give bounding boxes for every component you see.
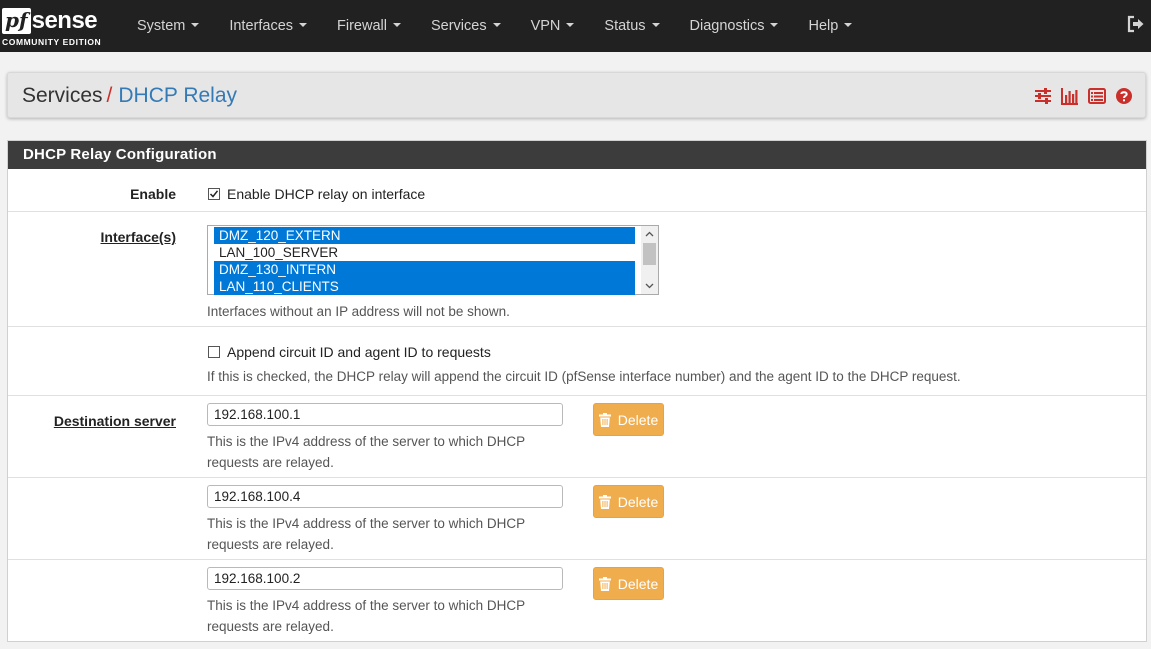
bar-chart-icon[interactable]	[1061, 87, 1079, 105]
destination-server-row: Destination server Delete This is the IP…	[8, 396, 1146, 478]
enable-row: Enable Enable DHCP relay on interface	[8, 169, 1146, 212]
brand-edition: COMMUNITY EDITION	[2, 37, 102, 47]
caret-down-icon	[651, 23, 660, 27]
caret-down-icon	[566, 23, 575, 27]
help-line-1: This is the IPv4 address of the server t…	[207, 598, 526, 613]
nav-status[interactable]: Status	[589, 0, 674, 52]
breadcrumb-bar: Services / DHCP Relay	[7, 72, 1146, 118]
nav-status-label: Status	[604, 18, 646, 34]
caret-down-icon	[492, 23, 501, 27]
scroll-up-icon[interactable]	[645, 230, 654, 239]
destination-server-help: This is the IPv4 address of the server t…	[207, 513, 525, 555]
breadcrumb-current[interactable]: DHCP Relay	[118, 84, 237, 107]
delete-button-label: Delete	[617, 575, 659, 592]
interface-option-lan-100-server[interactable]: LAN_100_SERVER	[214, 244, 635, 261]
pfsense-logo[interactable]: pf sense COMMUNITY EDITION	[2, 7, 110, 49]
enable-checkbox[interactable]	[208, 188, 220, 200]
log-list-icon[interactable]	[1088, 87, 1106, 105]
trash-icon	[598, 494, 611, 509]
nav-help[interactable]: Help	[793, 0, 867, 52]
nav-diagnostics[interactable]: Diagnostics	[675, 0, 794, 52]
caret-down-icon	[770, 23, 779, 27]
dhcp-relay-config-panel: DHCP Relay Configuration Enable Enable D…	[7, 140, 1147, 642]
nav-firewall[interactable]: Firewall	[322, 0, 416, 52]
help-line-1: This is the IPv4 address of the server t…	[207, 516, 526, 531]
nav-services-label: Services	[430, 18, 487, 34]
help-line-2: requests are relayed.	[207, 619, 334, 634]
trash-icon	[598, 576, 611, 591]
destination-server-input[interactable]	[207, 567, 563, 590]
destination-server-input[interactable]	[207, 485, 563, 508]
delete-server-button[interactable]: Delete	[593, 485, 664, 518]
circuit-checkbox[interactable]	[208, 346, 220, 358]
interface-option-dmz-120-extern[interactable]: DMZ_120_EXTERN	[214, 227, 635, 244]
nav-vpn[interactable]: VPN	[516, 0, 590, 52]
help-line-2: requests are relayed.	[207, 537, 334, 552]
destination-server-row: Delete This is the IPv4 address of the s…	[8, 560, 1146, 642]
nav-interfaces-label: Interfaces	[229, 18, 294, 34]
nav-interfaces[interactable]: Interfaces	[214, 0, 322, 52]
interfaces-row: Interface(s) DMZ_120_EXTERN LAN_100_SERV…	[8, 212, 1146, 327]
scroll-down-icon[interactable]	[645, 281, 654, 290]
interface-option-dmz-130-intern[interactable]: DMZ_130_INTERN	[214, 261, 635, 278]
brand-sense: sense	[31, 7, 98, 34]
scrollbar-thumb[interactable]	[643, 243, 656, 265]
destination-server-input[interactable]	[207, 403, 563, 426]
nav-system-label: System	[137, 18, 186, 34]
circuit-help: If this is checked, the DHCP relay will …	[207, 369, 961, 384]
delete-button-label: Delete	[617, 411, 659, 428]
breadcrumb-services[interactable]: Services	[22, 84, 103, 107]
caret-down-icon	[844, 23, 853, 27]
interface-option-lan-110-clients[interactable]: LAN_110_CLIENTS	[214, 278, 635, 295]
caret-down-icon	[299, 23, 308, 27]
interfaces-help: Interfaces without an IP address will no…	[207, 304, 510, 319]
nav-firewall-label: Firewall	[337, 18, 387, 34]
interfaces-listbox[interactable]: DMZ_120_EXTERN LAN_100_SERVER DMZ_130_IN…	[207, 225, 659, 295]
delete-button-label: Delete	[617, 493, 659, 510]
nav-services[interactable]: Services	[416, 0, 516, 52]
nav-vpn-label: VPN	[530, 18, 561, 34]
nav-diagnostics-label: Diagnostics	[689, 18, 765, 34]
panel-title: DHCP Relay Configuration	[8, 141, 1146, 169]
help-line-2: requests are relayed.	[207, 455, 334, 470]
enable-checkbox-label[interactable]: Enable DHCP relay on interface	[227, 186, 425, 202]
help-circle-icon[interactable]	[1115, 87, 1133, 105]
trash-icon	[598, 412, 611, 427]
brand-pf: pf	[2, 8, 31, 34]
sign-out-icon[interactable]	[1127, 15, 1145, 33]
destination-server-label[interactable]: Destination server	[54, 413, 176, 429]
sliders-icon[interactable]	[1034, 87, 1052, 105]
destination-server-help: This is the IPv4 address of the server t…	[207, 595, 525, 637]
caret-down-icon	[392, 23, 401, 27]
help-line-1: This is the IPv4 address of the server t…	[207, 434, 526, 449]
listbox-scrollbar[interactable]	[641, 226, 658, 294]
breadcrumb-separator: /	[106, 84, 113, 107]
brand-logo-mark: pf sense	[2, 7, 98, 35]
interfaces-label[interactable]: Interface(s)	[101, 229, 176, 245]
nav-help-label: Help	[808, 18, 839, 34]
delete-server-button[interactable]: Delete	[593, 403, 664, 436]
delete-server-button[interactable]: Delete	[593, 567, 664, 600]
circuit-row: Append circuit ID and agent ID to reques…	[8, 327, 1146, 396]
nav-system[interactable]: System	[122, 0, 214, 52]
checkmark-icon	[209, 190, 219, 198]
breadcrumb: Services / DHCP Relay	[22, 84, 237, 108]
circuit-checkbox-label[interactable]: Append circuit ID and agent ID to reques…	[227, 344, 491, 360]
caret-down-icon	[191, 23, 200, 27]
destination-server-row: Delete This is the IPv4 address of the s…	[8, 478, 1146, 560]
main-menu: System Interfaces Firewall Services VPN …	[122, 0, 867, 52]
enable-label: Enable	[130, 186, 176, 202]
page-action-icons	[1034, 87, 1133, 105]
top-navbar: pf sense COMMUNITY EDITION System Interfa…	[0, 0, 1151, 52]
destination-server-help: This is the IPv4 address of the server t…	[207, 431, 525, 473]
